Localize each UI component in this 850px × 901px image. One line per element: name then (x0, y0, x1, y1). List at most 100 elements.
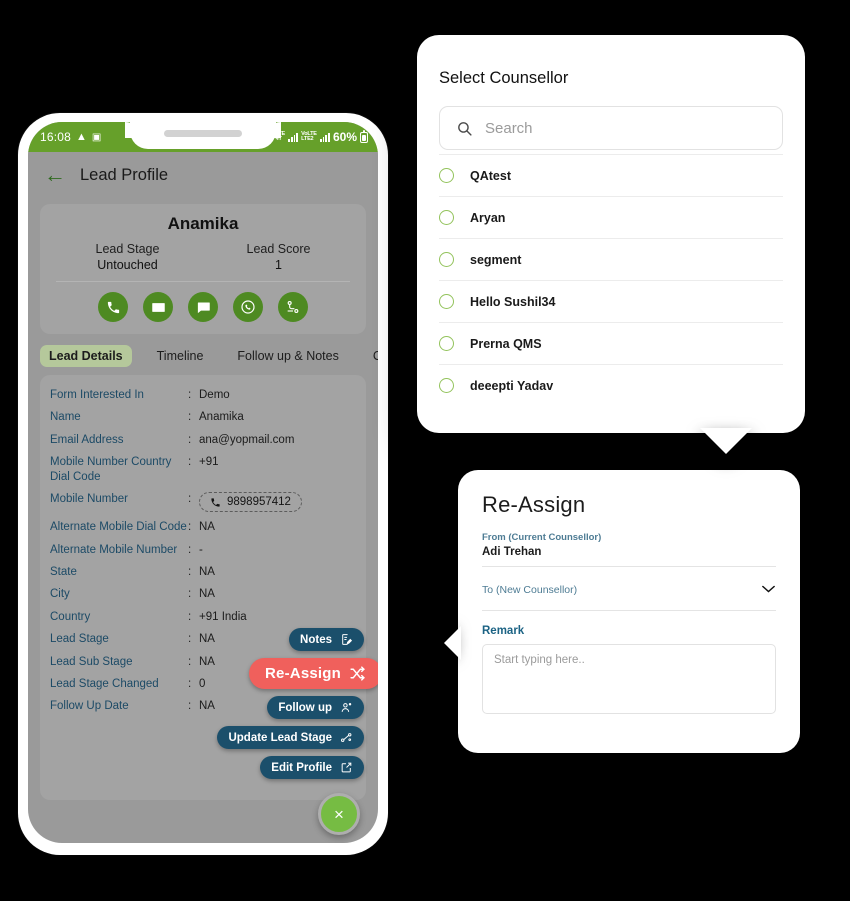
edit-profile-button[interactable]: Edit Profile (260, 756, 364, 779)
detail-separator: : (188, 543, 192, 556)
email-icon[interactable] (143, 292, 173, 322)
phone-screen: 16:08 ▲ ▣ ⏰ VoLTE LTE1 LTE 4T (28, 122, 378, 843)
detail-label: Mobile Number (50, 492, 128, 505)
radio-icon[interactable] (439, 252, 454, 267)
signal-bars-2-icon (319, 132, 330, 142)
reassign-card-pointer (444, 626, 461, 660)
select-counsellor-panel: Select Counsellor Search QAtest Aryan se… (417, 35, 805, 433)
detail-value: Demo (199, 389, 230, 401)
list-item[interactable]: Hello Sushil34 (439, 280, 783, 322)
detail-label: Form Interested In (50, 389, 144, 401)
detail-separator: : (188, 677, 192, 690)
close-fab-button[interactable]: × (318, 793, 360, 835)
route-icon[interactable] (278, 292, 308, 322)
whatsapp-icon[interactable] (233, 292, 263, 322)
radio-icon[interactable] (439, 168, 454, 183)
detail-separator: : (188, 411, 192, 424)
sim2-bottom-label: LTE2 (301, 136, 314, 142)
counsellor-search-box[interactable]: Search (439, 106, 783, 150)
table-row: Form Interested In : Demo (50, 384, 362, 406)
chevron-down-icon[interactable] (761, 583, 776, 596)
detail-label: Alternate Mobile Number (50, 543, 178, 556)
from-counsellor-label: From (Current Counsellor) (482, 532, 602, 543)
detail-value: +91 India (199, 610, 247, 623)
detail-separator: : (188, 655, 192, 668)
tab-follow-up-notes[interactable]: Follow up & Notes (228, 345, 347, 367)
stat-label: Lead Stage (95, 242, 160, 256)
detail-separator: : (188, 456, 192, 469)
status-time: 16:08 (40, 130, 72, 144)
detail-separator: : (188, 610, 192, 623)
battery-icon (360, 129, 368, 143)
detail-label: Lead Stage Changed (50, 677, 159, 690)
table-row: Alternate Mobile Number : - (50, 539, 362, 561)
detail-value: - (199, 543, 203, 556)
remark-input[interactable]: Start typing here.. (482, 644, 776, 714)
update-lead-stage-button-label: Update Lead Stage (228, 731, 332, 744)
detail-separator: : (188, 566, 192, 578)
counsellor-list: QAtest Aryan segment Hello Sushil34 Prer… (439, 154, 783, 406)
list-item[interactable]: segment (439, 238, 783, 280)
edit-square-icon (341, 762, 352, 773)
detail-label: City (50, 588, 70, 601)
phone-notch-speaker (130, 122, 276, 149)
detail-value: NA (199, 521, 215, 534)
reassign-panel: Re-Assign From (Current Counsellor) Adi … (458, 470, 800, 753)
detail-value: NA (199, 566, 215, 578)
detail-label: State (50, 566, 77, 578)
list-item-label: QAtest (470, 168, 511, 183)
edit-profile-button-label: Edit Profile (271, 761, 332, 774)
stat-value: 1 (275, 258, 282, 272)
summary-divider (56, 281, 350, 282)
follow-up-button[interactable]: Follow up (267, 696, 364, 719)
tab-timeline[interactable]: Timeline (148, 345, 213, 367)
detail-value: NA (199, 633, 215, 646)
list-item[interactable]: Aryan (439, 196, 783, 238)
note-edit-icon (342, 634, 353, 645)
detail-separator: : (188, 521, 192, 534)
image-icon: ▣ (91, 131, 102, 143)
warning-triangle-icon: ▲ (76, 131, 87, 143)
remark-placeholder: Start typing here.. (494, 654, 585, 666)
floating-action-menu: Notes Re-Assign Follow up Update Lead St… (217, 628, 378, 779)
arrow-left-icon[interactable]: ← (44, 164, 66, 186)
table-row: Alternate Mobile Dial Code : NA (50, 516, 362, 538)
radio-icon[interactable] (439, 294, 454, 309)
list-item[interactable]: deeepti Yadav (439, 364, 783, 406)
list-item[interactable]: Prerna QMS (439, 322, 783, 364)
mobile-number-chip[interactable]: 9898957412 (199, 491, 302, 513)
detail-value: NA (199, 655, 215, 668)
search-icon (458, 121, 472, 136)
list-item-label: Prerna QMS (470, 336, 542, 351)
counsellor-panel-title: Select Counsellor (439, 69, 569, 87)
detail-separator: : (188, 633, 192, 646)
battery-percent: 60% (332, 130, 357, 144)
to-counsellor-select[interactable]: To (New Counsellor) (482, 583, 776, 611)
tab-communication[interactable]: Commu (364, 345, 378, 367)
detail-value: NA (199, 700, 215, 713)
sms-icon[interactable] (188, 292, 218, 322)
detail-separator: : (188, 389, 192, 401)
table-row: Country : +91 India (50, 606, 362, 628)
update-lead-stage-button[interactable]: Update Lead Stage (217, 726, 364, 749)
counsellor-search-placeholder: Search (485, 119, 533, 137)
radio-icon[interactable] (439, 378, 454, 393)
lead-stats: Lead Stage Untouched Lead Score 1 (52, 242, 354, 272)
tab-lead-details[interactable]: Lead Details (40, 345, 132, 367)
reassign-panel-title: Re-Assign (482, 492, 586, 517)
detail-label: Follow Up Date (50, 700, 129, 713)
lead-summary-card: Anamika Lead Stage Untouched Lead Score … (40, 204, 366, 334)
reassign-button[interactable]: Re-Assign (249, 658, 378, 689)
radio-icon[interactable] (439, 210, 454, 225)
list-item[interactable]: QAtest (439, 154, 783, 196)
phone-device-frame: 16:08 ▲ ▣ ⏰ VoLTE LTE1 LTE 4T (18, 113, 388, 855)
radio-icon[interactable] (439, 336, 454, 351)
detail-label: Alternate Mobile Dial Code (50, 521, 187, 534)
table-row: Email Address : ana@yopmail.com (50, 429, 362, 451)
notes-button[interactable]: Notes (289, 628, 364, 651)
call-icon[interactable] (98, 292, 128, 322)
user-add-icon (341, 703, 352, 712)
stat-lead-score: Lead Score 1 (203, 242, 354, 272)
detail-label: Country (50, 610, 91, 623)
table-row: Name : Anamika (50, 406, 362, 428)
